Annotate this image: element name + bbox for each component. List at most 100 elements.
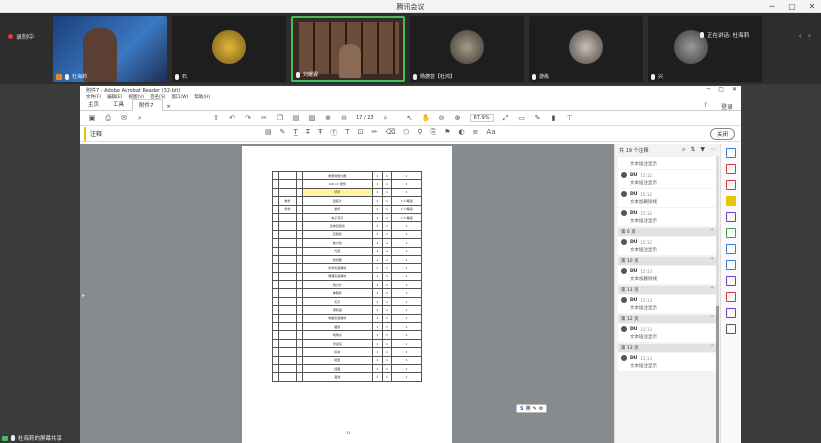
- close-icon[interactable]: ✕: [732, 86, 737, 93]
- filter-icon[interactable]: ▼: [700, 146, 705, 154]
- video-tile-host[interactable]: 杜海莉: [53, 16, 167, 82]
- collapse-icon[interactable]: ⌃: [710, 229, 714, 235]
- video-tile-2[interactable]: 石: [172, 16, 286, 82]
- pin-icon[interactable]: ⚑: [444, 128, 450, 138]
- tools-settings-icon[interactable]: [726, 324, 736, 334]
- comment-page-group[interactable]: 第 6 页 ⌃: [618, 228, 717, 236]
- comment-item[interactable]: DU 15:12 文本插注显示: [618, 170, 717, 188]
- video-tile-4[interactable]: 杨德芸【杜鸿】: [410, 16, 524, 82]
- comment-page-group[interactable]: 第 12 页 ⌃: [618, 315, 717, 323]
- zoom-select[interactable]: 67.9%: [469, 114, 494, 122]
- comment-item[interactable]: DU 15:13 文本插注显示: [618, 295, 717, 313]
- search-comments-icon[interactable]: ⌕: [682, 146, 685, 154]
- scan-icon[interactable]: [726, 244, 736, 254]
- sort-icon[interactable]: ⇅: [690, 146, 695, 154]
- underline-icon[interactable]: T̲: [294, 128, 298, 138]
- video-tile-6[interactable]: 兴: [648, 16, 762, 82]
- current-page[interactable]: 17: [356, 115, 362, 121]
- scroll-mode-icon[interactable]: ▭: [518, 114, 526, 122]
- fill-sign-icon[interactable]: ✎: [534, 114, 542, 122]
- eraser-icon[interactable]: ⌫: [385, 128, 395, 138]
- ime-pen-icon[interactable]: ✎: [533, 406, 537, 412]
- comment-item[interactable]: DU 15:13 文本加删除线: [618, 266, 717, 284]
- highlight-icon[interactable]: ▮: [550, 114, 558, 122]
- zoom-out-icon[interactable]: ⊖: [438, 114, 446, 122]
- comment-item[interactable]: DU 15:12 文本加删除线: [618, 189, 717, 207]
- export-pdf-icon[interactable]: [726, 148, 736, 158]
- color-icon[interactable]: ◐: [458, 128, 464, 138]
- strikethrough-icon[interactable]: T̶: [306, 128, 310, 138]
- send-icon[interactable]: [726, 292, 736, 302]
- stamp-tool-icon[interactable]: ⚲: [417, 128, 422, 138]
- scrollbar-thumb[interactable]: [716, 306, 719, 443]
- recording-badge[interactable]: 录制中: [8, 32, 34, 41]
- paste-icon[interactable]: ▤: [292, 114, 300, 122]
- replace-text-icon[interactable]: Ŧ: [318, 128, 322, 138]
- create-pdf-icon[interactable]: [726, 164, 736, 174]
- highlight-pen-icon[interactable]: ✎: [280, 128, 286, 138]
- tab-home[interactable]: 主页: [82, 99, 107, 110]
- sticky-note-icon[interactable]: ▤: [265, 128, 272, 138]
- insert-text-icon[interactable]: Ⓣ: [330, 128, 337, 138]
- video-tile-active[interactable]: 刘耀霖: [291, 16, 405, 82]
- pencil-icon[interactable]: ✏: [372, 128, 378, 138]
- select-cursor-icon[interactable]: ↖: [406, 114, 414, 122]
- edit-pdf-icon[interactable]: [726, 180, 736, 190]
- close-icon[interactable]: ✕: [807, 2, 817, 11]
- close-comment-button[interactable]: 关闭: [709, 128, 735, 140]
- menu-window[interactable]: 窗口(W): [171, 94, 188, 101]
- comment-item[interactable]: DU 15:13 文本插注显示: [618, 353, 717, 371]
- scroll-right-icon[interactable]: ›: [808, 31, 811, 40]
- collapse-icon[interactable]: ⌃: [710, 316, 714, 322]
- zoom-in-icon[interactable]: ⊕: [454, 114, 462, 122]
- comment-item[interactable]: DU 15:12 文本插注显示: [618, 237, 717, 255]
- more-tools-icon[interactable]: [726, 308, 736, 318]
- redo-icon[interactable]: ↷: [244, 114, 252, 122]
- ime-toolbar[interactable]: S 英 ✎ ⚙: [516, 404, 548, 413]
- comment-item[interactable]: DU 15:13 文本插注显示: [618, 324, 717, 342]
- find-icon[interactable]: ⌕: [382, 114, 390, 123]
- share-icon[interactable]: ⇪: [212, 114, 220, 122]
- hand-icon[interactable]: ✋: [422, 114, 431, 122]
- email-icon[interactable]: ✉: [120, 114, 128, 122]
- comment-page-group[interactable]: 第 11 页 ⌃: [618, 286, 717, 294]
- menu-help[interactable]: 帮助(H): [194, 94, 210, 101]
- print-icon[interactable]: ⎙: [104, 114, 112, 123]
- textbox-icon[interactable]: T: [345, 128, 349, 138]
- ime-language[interactable]: 英: [526, 405, 531, 412]
- copy-icon[interactable]: ❐: [276, 114, 284, 122]
- image-icon[interactable]: ▨: [308, 114, 316, 122]
- combine-icon[interactable]: [726, 212, 736, 222]
- screenshare-status[interactable]: 杜海莉的屏幕共享: [2, 434, 62, 442]
- maximize-icon[interactable]: ▢: [787, 2, 797, 11]
- shapes-icon[interactable]: ⬡: [403, 128, 409, 138]
- stamp-icon[interactable]: ⊤: [566, 114, 574, 122]
- comment-item[interactable]: DU 15:12 文本插注显示: [618, 208, 717, 226]
- collapse-icon[interactable]: ⌃: [710, 258, 714, 264]
- more-icon[interactable]: ⋯: [710, 146, 716, 154]
- next-page-icon[interactable]: ⊖: [340, 114, 348, 122]
- attach-icon[interactable]: ⎘: [431, 128, 437, 138]
- fill-sign-tool-icon[interactable]: [726, 276, 736, 286]
- cut-icon[interactable]: ✂: [260, 114, 268, 122]
- font-icon[interactable]: Aa: [486, 128, 495, 138]
- line-width-icon[interactable]: ≡: [473, 128, 479, 138]
- document-viewport[interactable]: ▸ 重量称量仪器 1 1 1 100 ml 量筒 1 1 1 烧杯 1 1 1 数学 温度计 1 1 1个/每组…: [80, 144, 614, 443]
- collapse-icon[interactable]: ⌃: [710, 345, 714, 351]
- login-button[interactable]: 登录: [721, 102, 733, 111]
- tab-tools[interactable]: 工具: [107, 99, 132, 110]
- minimize-icon[interactable]: ─: [707, 86, 711, 93]
- tab-document[interactable]: 附件7: [132, 99, 163, 111]
- search-icon[interactable]: ⌕: [136, 114, 144, 123]
- prev-page-icon[interactable]: ⊕: [324, 114, 332, 122]
- help-icon[interactable]: ?: [704, 102, 707, 111]
- organize-icon[interactable]: [726, 228, 736, 238]
- maximize-icon[interactable]: ▢: [718, 86, 724, 93]
- expand-left-icon[interactable]: ▸: [82, 292, 85, 299]
- save-icon[interactable]: ▣: [88, 114, 96, 122]
- minimize-icon[interactable]: ─: [767, 2, 777, 11]
- comment-page-group[interactable]: 第 10 页 ⌃: [618, 257, 717, 265]
- tab-close-icon[interactable]: ✕: [167, 104, 171, 110]
- comment-scrollbar[interactable]: [716, 156, 719, 443]
- fit-icon[interactable]: ⤢: [502, 114, 510, 123]
